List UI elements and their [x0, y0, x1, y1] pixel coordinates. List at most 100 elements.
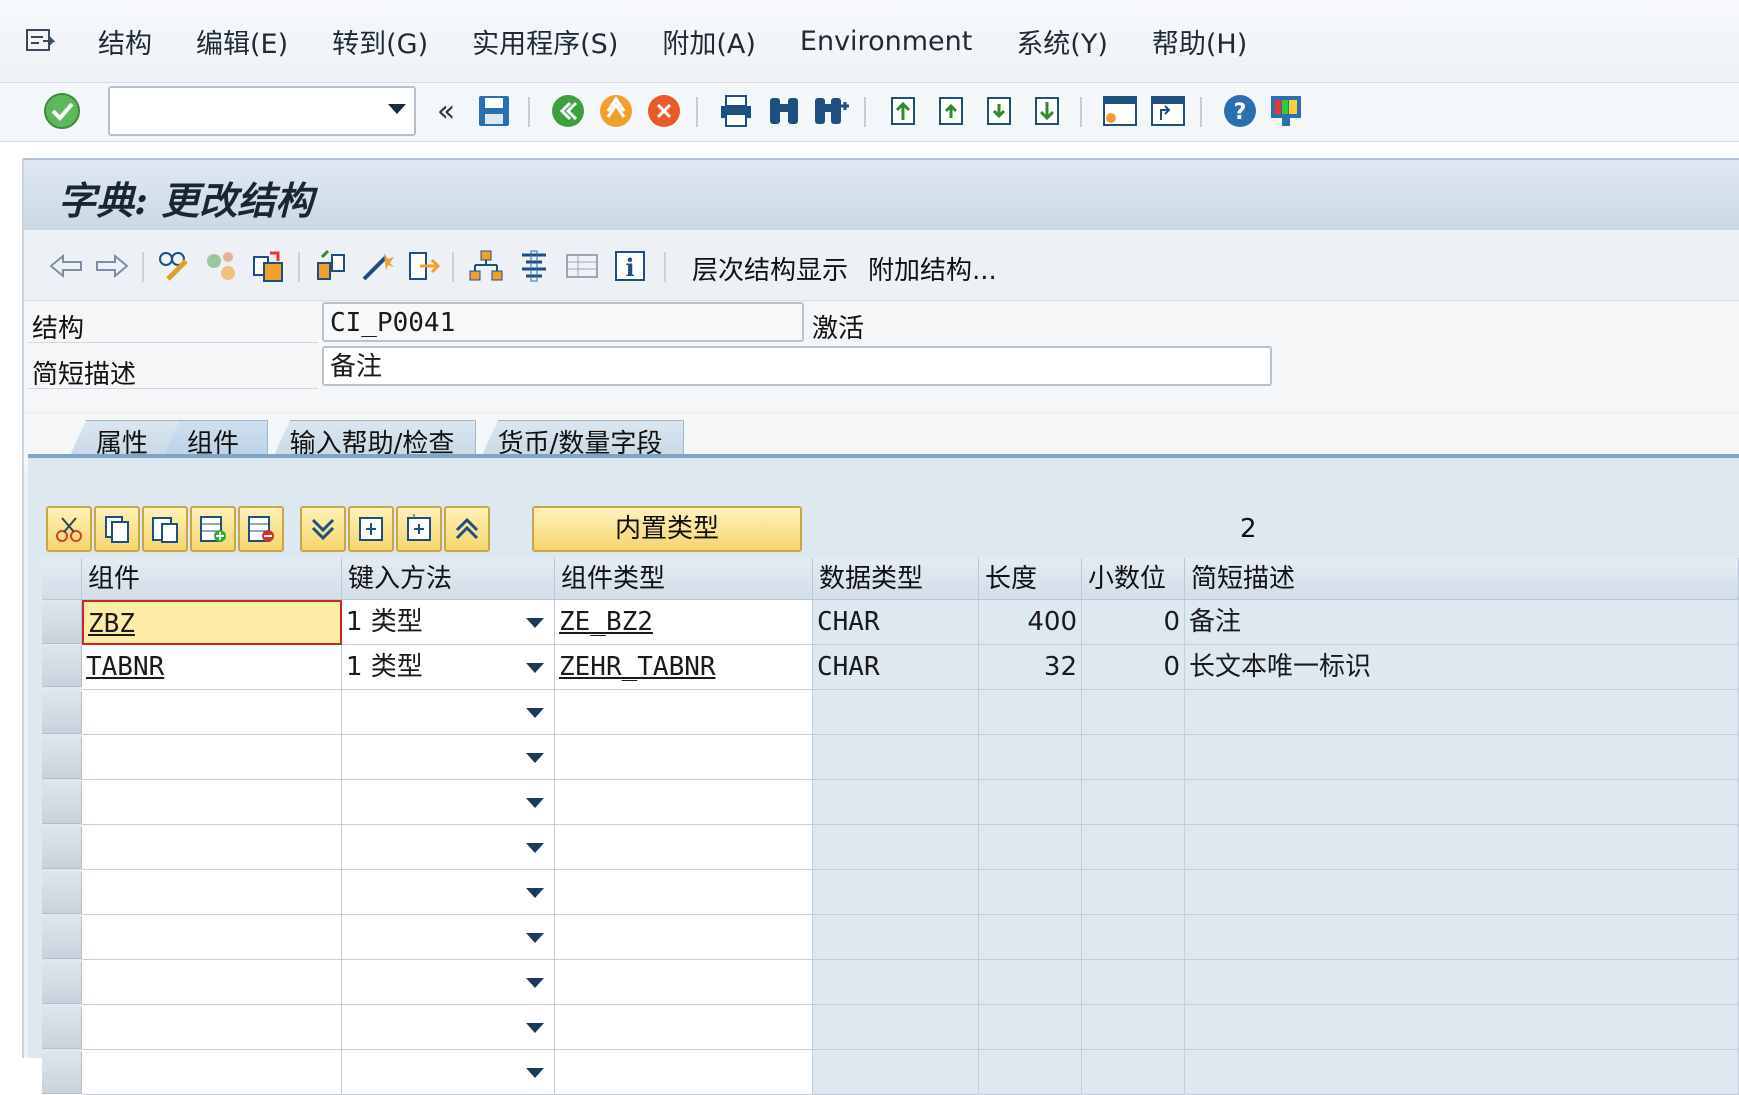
chevron-down-icon[interactable] — [526, 708, 544, 718]
check-object-icon[interactable] — [312, 246, 352, 286]
append-structure-button[interactable]: 附加结构... — [868, 250, 997, 287]
table-cell-empty[interactable] — [342, 960, 555, 1005]
table-cell-component-type[interactable]: ZE_BZ2 — [555, 600, 813, 645]
table-cell-empty[interactable] — [82, 735, 342, 780]
chevron-down-icon[interactable] — [526, 978, 544, 988]
table-layout-icon[interactable] — [562, 246, 602, 286]
scroll-bottom-icon[interactable] — [300, 506, 346, 552]
shortcut-icon[interactable] — [1146, 89, 1190, 133]
info-icon[interactable]: i — [610, 246, 650, 286]
scroll-next-icon[interactable] — [348, 506, 394, 552]
menu-help[interactable]: 帮助(H) — [1130, 22, 1269, 61]
menu-icon[interactable] — [20, 21, 60, 61]
last-page-icon[interactable] — [1026, 89, 1070, 133]
menu-utilities[interactable]: 实用程序(S) — [450, 22, 640, 61]
next-page-icon[interactable] — [978, 89, 1022, 133]
table-cell-empty[interactable] — [555, 960, 813, 1005]
chevron-down-icon[interactable] — [526, 753, 544, 763]
column-header[interactable]: 小数位 — [1082, 558, 1185, 600]
table-cell-empty[interactable] — [555, 1005, 813, 1050]
table-cell-empty[interactable] — [342, 915, 555, 960]
table-cell-empty[interactable] — [555, 825, 813, 870]
forward-arrow-icon[interactable] — [92, 246, 132, 286]
cancel-icon[interactable] — [642, 89, 686, 133]
table-cell-empty[interactable] — [82, 915, 342, 960]
row-selector[interactable] — [42, 1052, 82, 1094]
copy-icon[interactable] — [94, 506, 140, 552]
list-icon[interactable] — [514, 246, 554, 286]
row-selector[interactable] — [42, 692, 82, 734]
row-selector[interactable] — [42, 827, 82, 869]
customize-layout-icon[interactable] — [1264, 89, 1308, 133]
builtin-type-button[interactable]: 内置类型 — [532, 506, 802, 552]
menu-goto[interactable]: 转到(G) — [310, 22, 450, 61]
menu-extras[interactable]: 附加(A) — [640, 22, 778, 61]
help-icon[interactable]: ? — [1218, 89, 1262, 133]
active-inactive-icon[interactable] — [202, 246, 242, 286]
table-cell-empty[interactable] — [82, 1050, 342, 1095]
row-selector[interactable] — [42, 872, 82, 914]
scroll-top-icon[interactable] — [444, 506, 490, 552]
paste-icon[interactable] — [142, 506, 188, 552]
save-icon[interactable] — [472, 89, 516, 133]
menu-environment[interactable]: Environment — [778, 26, 994, 57]
menu-structure[interactable]: 结构 — [76, 22, 174, 61]
table-cell-empty[interactable] — [82, 690, 342, 735]
table-cell-empty[interactable] — [82, 870, 342, 915]
collapse-icon[interactable]: « — [424, 89, 468, 133]
find-next-icon[interactable] — [810, 89, 854, 133]
scroll-prev-icon[interactable] — [396, 506, 442, 552]
chevron-down-icon[interactable] — [526, 933, 544, 943]
table-cell-component[interactable]: ZBZ — [82, 600, 342, 645]
previous-page-icon[interactable] — [930, 89, 974, 133]
table-cell-empty[interactable] — [82, 1005, 342, 1050]
first-page-icon[interactable] — [882, 89, 926, 133]
description-field[interactable]: 备注 — [322, 346, 1272, 386]
table-cell-empty[interactable] — [342, 780, 555, 825]
table-cell-empty[interactable] — [342, 870, 555, 915]
display-change-icon[interactable] — [154, 246, 194, 286]
hierarchy-icon[interactable] — [466, 246, 506, 286]
row-selector[interactable] — [42, 645, 82, 687]
chevron-down-icon[interactable] — [526, 1023, 544, 1033]
table-cell-empty[interactable] — [342, 690, 555, 735]
menu-edit[interactable]: 编辑(E) — [174, 22, 310, 61]
table-cell-empty[interactable] — [555, 915, 813, 960]
table-cell-empty[interactable] — [555, 870, 813, 915]
table-cell-empty[interactable] — [342, 1050, 555, 1095]
table-cell-empty[interactable] — [342, 1005, 555, 1050]
back-arrow-icon[interactable] — [46, 246, 86, 286]
row-selector[interactable] — [42, 1007, 82, 1049]
table-cell-empty[interactable] — [555, 1050, 813, 1095]
table-cell-typing[interactable]: 1 类型 — [342, 645, 555, 690]
table-cell-empty[interactable] — [82, 825, 342, 870]
chevron-down-icon[interactable] — [526, 888, 544, 898]
table-cell-empty[interactable] — [555, 735, 813, 780]
where-used-icon[interactable] — [404, 246, 444, 286]
column-header[interactable]: 长度 — [979, 558, 1082, 600]
hierarchy-display-button[interactable]: 层次结构显示 — [692, 250, 848, 287]
table-cell-empty[interactable] — [82, 960, 342, 1005]
table-cell-component-type[interactable]: ZEHR_TABNR — [555, 645, 813, 690]
cut-icon[interactable] — [46, 506, 92, 552]
row-selector[interactable] — [42, 782, 82, 824]
table-cell-empty[interactable] — [555, 780, 813, 825]
column-header[interactable]: 组件类型 — [555, 558, 813, 600]
table-cell-typing[interactable]: 1 类型 — [342, 600, 555, 645]
chevron-down-icon[interactable] — [526, 1068, 544, 1078]
delete-row-icon[interactable] — [238, 506, 284, 552]
chevron-down-icon[interactable] — [526, 663, 544, 673]
column-header[interactable]: 组件 — [82, 558, 342, 600]
column-header[interactable]: 键入方法 — [342, 558, 555, 600]
structure-field[interactable]: CI_P0041 — [322, 302, 804, 342]
table-cell-component[interactable]: TABNR — [82, 645, 342, 690]
row-selector[interactable] — [42, 737, 82, 779]
insert-row-icon[interactable] — [190, 506, 236, 552]
print-icon[interactable] — [714, 89, 758, 133]
table-cell-empty[interactable] — [342, 735, 555, 780]
column-header[interactable]: 数据类型 — [813, 558, 979, 600]
create-session-icon[interactable] — [1098, 89, 1142, 133]
chevron-down-icon[interactable] — [388, 104, 406, 114]
activate-icon[interactable] — [358, 246, 398, 286]
enter-check-icon[interactable] — [40, 89, 84, 133]
